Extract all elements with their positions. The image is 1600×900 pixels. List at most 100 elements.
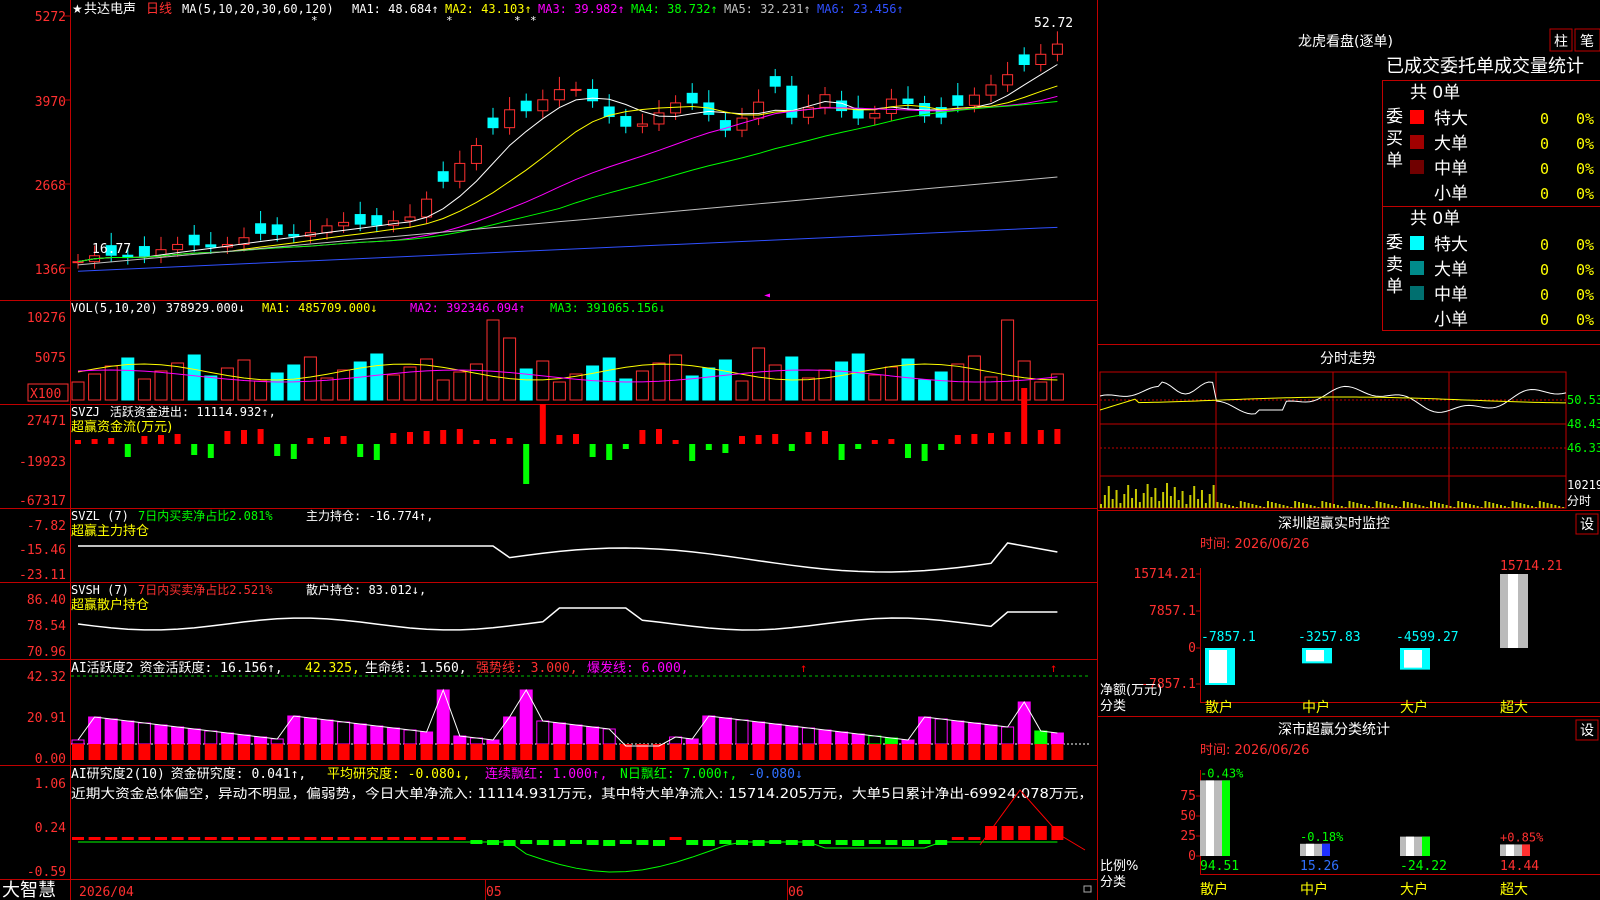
- order-type-name: 中单: [1434, 159, 1468, 179]
- ai-activity-base: [702, 744, 715, 760]
- candlestick-chart[interactable]: [72, 31, 1063, 269]
- intraday-vol-bar: [1100, 504, 1102, 508]
- ai-activity-bar: [436, 689, 450, 745]
- intraday-vol-bar: [1298, 502, 1301, 508]
- ai-research-bar: [271, 837, 284, 840]
- ai-research-bar: [885, 840, 898, 845]
- intraday-vol-bar: [1255, 505, 1258, 508]
- ai-research-bar: [304, 837, 317, 840]
- ai2-d: N日飘红: 7.000↑,: [620, 766, 737, 782]
- ai-activity-bar: [685, 738, 699, 745]
- date-ticks: [485, 880, 788, 900]
- stats-bottom-value: 14.44: [1500, 859, 1539, 874]
- intraday-vol-bar: [1410, 503, 1413, 508]
- svzj-bar: [158, 435, 164, 444]
- candle-body: [338, 221, 350, 227]
- candle-body: [172, 243, 184, 251]
- vol-bar: [337, 369, 351, 401]
- svzj-bar: [805, 432, 812, 444]
- intraday-vol-bar: [1294, 501, 1297, 508]
- intraday-vol-bar: [1457, 501, 1460, 508]
- stock-name[interactable]: 共达电声: [84, 2, 136, 17]
- order-count: 0: [1540, 311, 1549, 329]
- ai-activity-bar: [718, 717, 732, 745]
- intraday-vol-bar: [1290, 507, 1293, 508]
- svsh-tick: 86.40: [27, 593, 66, 608]
- stats-chart[interactable]: 75 50 25 0 -0.43% 94.51 散户 -0.18% 15.26 中户 -24.22 大…: [1180, 766, 1600, 898]
- svzj-bar: [241, 430, 247, 444]
- monitor-value: -4599.27: [1396, 630, 1459, 645]
- intraday-vol-bar: [1499, 505, 1502, 508]
- svzj-bar: [822, 431, 828, 444]
- ai-research-bar: [88, 837, 101, 840]
- svzj-bar: [855, 444, 862, 449]
- svzj-bar: [971, 434, 978, 444]
- svzj-bar: [390, 433, 397, 444]
- monitor-xlabel: 分类: [1100, 699, 1126, 714]
- intraday-vol-bar: [1131, 498, 1134, 508]
- intraday-title: 分时走势: [1320, 351, 1376, 367]
- ai-activity-bar: [602, 728, 616, 745]
- ai-activity-base: [752, 744, 765, 760]
- candle-body: [255, 223, 267, 234]
- intraday-vol-bar: [1154, 488, 1157, 508]
- vol-bar: [254, 380, 268, 401]
- svsh-tick: 70.96: [27, 645, 66, 660]
- ai-research-bar: [819, 840, 831, 844]
- ai-activity-bar: [486, 739, 500, 745]
- intraday-vol-bar: [1200, 490, 1203, 508]
- ai-activity-bar: [967, 722, 981, 745]
- intraday-vol-bar: [1468, 504, 1471, 508]
- intraday-vol-bar: [1224, 504, 1227, 508]
- ai-research-bar: [835, 840, 848, 845]
- svzj-tick: -19923: [19, 455, 66, 470]
- intraday-vol-bar: [1476, 506, 1479, 508]
- event-marker: *: [530, 14, 537, 27]
- intraday-vol-bar: [1546, 503, 1549, 508]
- ai-research-bar: [669, 837, 682, 840]
- intraday-vol-bar: [1402, 501, 1405, 508]
- ai-activity-bar: [1034, 730, 1048, 745]
- stats-tabs[interactable]: 已成交委托单成交量统计: [1386, 56, 1584, 77]
- ai-activity-bar: [88, 716, 102, 745]
- stats-bottom-value: 94.51: [1200, 859, 1239, 874]
- intraday-vol-bar: [1484, 501, 1487, 508]
- ai-activity-base: [736, 744, 748, 760]
- intraday-vol-bar: [1507, 507, 1510, 508]
- ai-activity-bar: [137, 722, 151, 745]
- ai-activity-base: [968, 744, 981, 760]
- vol-bar: [436, 379, 450, 401]
- star-icon[interactable]: ★: [72, 2, 83, 16]
- ai-activity-bar: [818, 729, 832, 745]
- ai-activity-base: [321, 744, 333, 760]
- intraday-vol-bar: [1562, 507, 1565, 508]
- candle-body: [520, 100, 532, 112]
- svzl-ratio: 7日内买卖净占比2.081%: [138, 508, 273, 523]
- monitor-chart[interactable]: 15714.217857.10-7857.1-7857.1散户-3257.83中…: [1133, 559, 1600, 716]
- intraday-vol-bar: [1461, 502, 1464, 508]
- intraday-vol-bar: [1364, 505, 1367, 508]
- vol-tick: 5075: [35, 351, 66, 366]
- ai-activity-bar: [353, 723, 367, 745]
- period-label[interactable]: 日线: [146, 2, 172, 17]
- ai-research-bar: [287, 837, 300, 840]
- intraday-tick: 46.33: [1567, 441, 1600, 455]
- lock-icon[interactable]: [1083, 885, 1092, 893]
- ai-activity-base: [155, 744, 167, 760]
- price-tick: 1366: [35, 263, 66, 278]
- ai2-e: -0.080↓: [748, 767, 803, 782]
- ai-activity-base: [536, 744, 549, 760]
- vol-ma1: MA1: 485709.000↓: [262, 301, 378, 315]
- event-marker: *: [311, 14, 318, 27]
- ai-activity-bar: [287, 715, 301, 745]
- ai-activity-bar: [171, 726, 185, 745]
- ai-research-bar: [586, 840, 599, 845]
- intraday-tick: 48.43: [1567, 417, 1600, 431]
- order-color-swatch: [1410, 286, 1424, 300]
- cursor-marker-icon: ◄: [764, 290, 770, 301]
- intraday-vol-bar: [1123, 494, 1126, 508]
- ai-activity-base: [1034, 744, 1047, 760]
- svzj-bar: [191, 444, 198, 455]
- date-label: 05: [486, 885, 502, 900]
- intraday-vol-bar: [1511, 501, 1514, 508]
